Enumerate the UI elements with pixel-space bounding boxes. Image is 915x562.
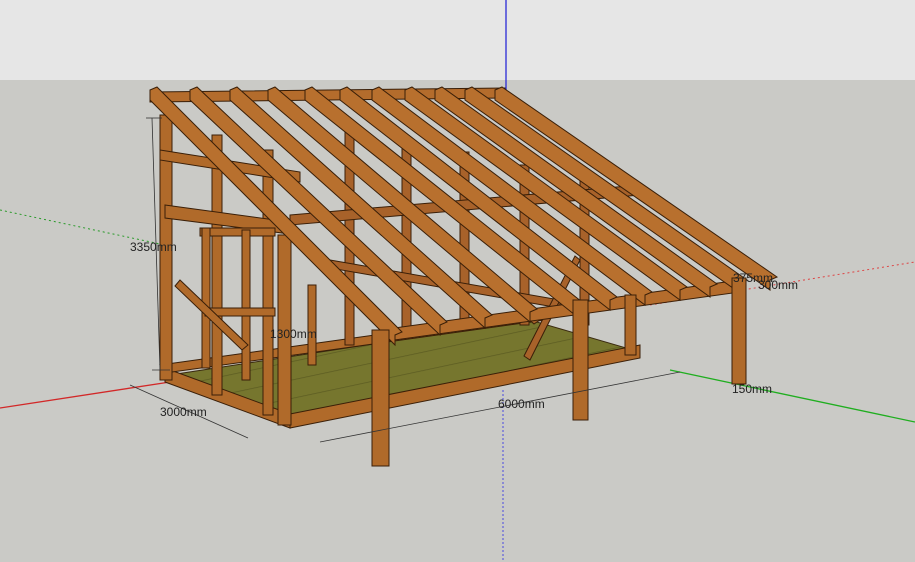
dim-overhang[interactable]: 150mm bbox=[732, 382, 772, 396]
sketchup-viewport[interactable]: 3350mm 3000mm 6000mm 1300mm 150mm 375mm … bbox=[0, 0, 915, 562]
dim-height[interactable]: 3350mm bbox=[130, 240, 177, 254]
dim-right-top-b[interactable]: 300mm bbox=[758, 278, 798, 292]
dim-post-inner[interactable]: 1300mm bbox=[270, 327, 317, 341]
dim-depth[interactable]: 3000mm bbox=[160, 405, 207, 419]
model-scene[interactable]: 3350mm 3000mm 6000mm 1300mm 150mm 375mm … bbox=[0, 0, 915, 562]
dim-length[interactable]: 6000mm bbox=[498, 397, 545, 411]
sky-background bbox=[0, 0, 915, 80]
